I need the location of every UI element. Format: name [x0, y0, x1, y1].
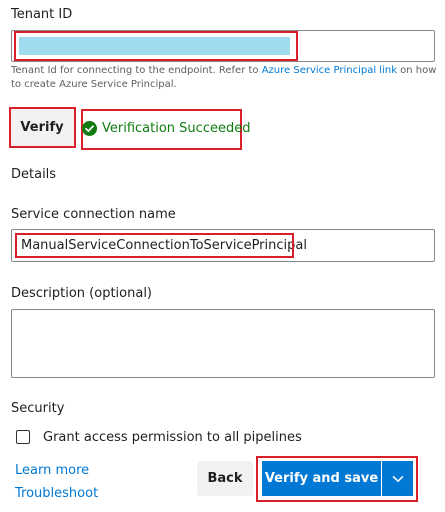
tenant-id-label: Tenant ID [11, 7, 73, 22]
grant-access-checkbox[interactable] [16, 430, 30, 444]
verification-status: Verification Succeeded [82, 121, 250, 136]
description-label: Description (optional) [11, 286, 153, 301]
back-button-label: Back [207, 471, 243, 486]
learn-more-link[interactable]: Learn more [15, 463, 89, 478]
check-circle-icon [82, 121, 97, 136]
tenant-id-highlight [14, 31, 298, 61]
security-heading: Security [11, 401, 65, 416]
connection-name-highlight [15, 233, 294, 258]
details-heading: Details [11, 167, 57, 182]
description-textarea[interactable] [11, 309, 435, 378]
back-button[interactable]: Back [197, 461, 253, 496]
status-text: Verification Succeeded [102, 121, 251, 136]
hint-text: Tenant Id for connecting to the endpoint… [11, 65, 262, 76]
tenant-id-hint: Tenant Id for connecting to the endpoint… [11, 64, 441, 92]
connection-name-label: Service connection name [11, 207, 176, 222]
save-highlight [256, 456, 418, 502]
verify-highlight [9, 107, 76, 148]
azure-service-principal-link[interactable]: Azure Service Principal link [262, 65, 397, 76]
troubleshoot-link[interactable]: Troubleshoot [15, 486, 98, 501]
grant-access-label[interactable]: Grant access permission to all pipelines [43, 430, 302, 445]
